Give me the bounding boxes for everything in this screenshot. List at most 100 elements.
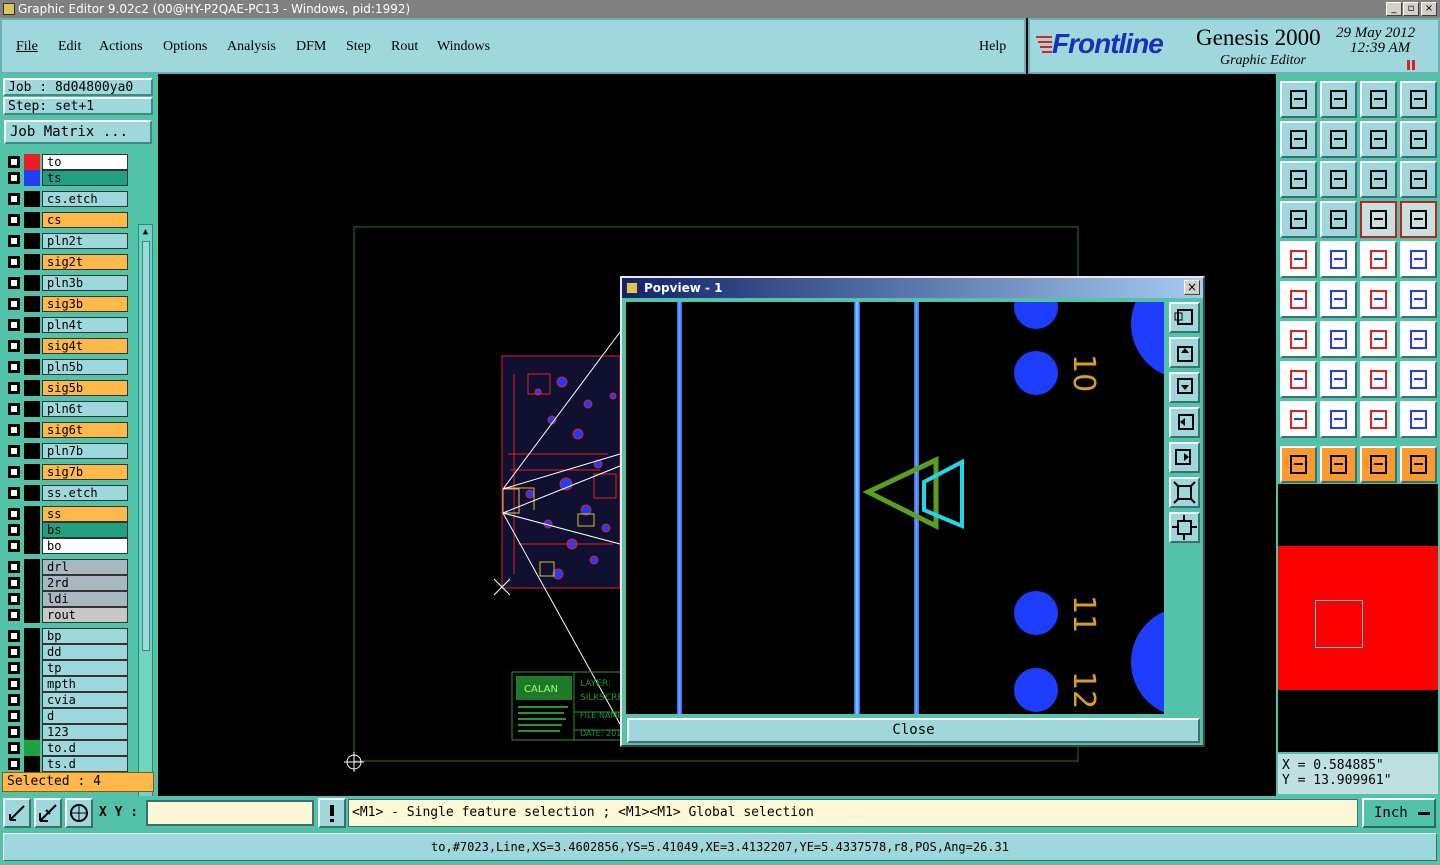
layer-name[interactable]: bs bbox=[42, 522, 128, 538]
layer-color-swatch[interactable] bbox=[24, 485, 40, 501]
layer-row-d[interactable]: d bbox=[6, 708, 128, 724]
layer-checkbox[interactable] bbox=[8, 487, 20, 499]
layer-checkbox[interactable] bbox=[8, 609, 20, 621]
layer-color-swatch[interactable] bbox=[24, 422, 40, 438]
overview-map[interactable] bbox=[1278, 546, 1438, 690]
unit-select[interactable]: Inch bbox=[1362, 798, 1436, 828]
move-icon[interactable] bbox=[1400, 281, 1437, 318]
menu-rout[interactable]: Rout bbox=[391, 39, 418, 55]
layer-row-cs[interactable]: cs bbox=[6, 212, 128, 228]
cursor-select-icon[interactable] bbox=[1360, 446, 1397, 483]
layer-checkbox[interactable] bbox=[8, 277, 20, 289]
layer-color-swatch[interactable] bbox=[24, 591, 40, 607]
connect-icon[interactable] bbox=[1360, 281, 1397, 318]
layer-name[interactable]: sig4t bbox=[42, 338, 128, 354]
layer-color-swatch[interactable] bbox=[24, 338, 40, 354]
layer-name[interactable]: 123 bbox=[42, 724, 128, 740]
layer-color-swatch[interactable] bbox=[24, 607, 40, 623]
layer-checkbox[interactable] bbox=[8, 508, 20, 520]
layer-color-swatch[interactable] bbox=[24, 506, 40, 522]
layer-row-sig7b[interactable]: sig7b bbox=[6, 464, 128, 480]
layer-checkbox[interactable] bbox=[8, 540, 20, 552]
layer-row-tp[interactable]: tp bbox=[6, 660, 128, 676]
layer-row-pln6t[interactable]: pln6t bbox=[6, 401, 128, 417]
layer-name[interactable]: bp bbox=[42, 628, 128, 644]
layer-checkbox[interactable] bbox=[8, 630, 20, 642]
layer-row-sig3b[interactable]: sig3b bbox=[6, 296, 128, 312]
minimize-button[interactable]: _ bbox=[1386, 2, 1402, 16]
layer-color-swatch[interactable] bbox=[24, 575, 40, 591]
layer-checkbox[interactable] bbox=[8, 235, 20, 247]
layer-name[interactable]: to bbox=[42, 154, 128, 170]
layer-color-swatch[interactable] bbox=[24, 692, 40, 708]
layer-name[interactable]: tp bbox=[42, 660, 128, 676]
layer-color-swatch[interactable] bbox=[24, 724, 40, 740]
layer-color-swatch[interactable] bbox=[24, 154, 40, 170]
menu-analysis[interactable]: Analysis bbox=[227, 39, 276, 55]
layer-color-swatch[interactable] bbox=[24, 317, 40, 333]
job-matrix-button[interactable]: Job Matrix ... bbox=[4, 120, 152, 144]
layer-row-dd[interactable]: dd bbox=[6, 644, 128, 660]
layer-name[interactable]: ts bbox=[42, 170, 128, 186]
popview-close-button[interactable]: Close bbox=[627, 718, 1200, 743]
trim-icon[interactable] bbox=[1320, 361, 1357, 398]
layer-row-drl[interactable]: drl bbox=[6, 559, 128, 575]
layer-name[interactable]: sig6t bbox=[42, 422, 128, 438]
triangle-icon[interactable] bbox=[1280, 401, 1317, 438]
home-icon[interactable] bbox=[1360, 81, 1397, 118]
layer-name[interactable]: pln7b bbox=[42, 443, 128, 459]
layer-row-bs[interactable]: bs bbox=[6, 522, 128, 538]
popview-canvas[interactable]: 10 11 12 bbox=[626, 302, 1164, 714]
layer-row-sig4t[interactable]: sig4t bbox=[6, 338, 128, 354]
xy-input[interactable] bbox=[146, 800, 314, 826]
layer-color-swatch[interactable] bbox=[24, 380, 40, 396]
snap-tool-icon[interactable] bbox=[3, 798, 31, 828]
layer-color-swatch[interactable] bbox=[24, 708, 40, 724]
menu-file[interactable]: File bbox=[16, 39, 38, 55]
layer-name[interactable]: pln4t bbox=[42, 317, 128, 333]
layer-name[interactable]: cs.etch bbox=[42, 191, 128, 207]
menu-step[interactable]: Step bbox=[346, 39, 371, 55]
popview-zoom-in-button[interactable] bbox=[1169, 477, 1200, 508]
layer-name[interactable]: ss.etch bbox=[42, 485, 128, 501]
delete-point-icon[interactable] bbox=[1320, 281, 1357, 318]
triangle-c-icon[interactable] bbox=[1400, 401, 1437, 438]
layer-color-swatch[interactable] bbox=[24, 296, 40, 312]
layer-color-swatch[interactable] bbox=[24, 522, 40, 538]
layers-down-icon[interactable] bbox=[1400, 201, 1437, 238]
layer-color-swatch[interactable] bbox=[24, 464, 40, 480]
layer-name[interactable]: to.d bbox=[42, 740, 128, 756]
layer-name[interactable]: ss bbox=[42, 506, 128, 522]
layer-name[interactable]: cvia bbox=[42, 692, 128, 708]
layer-row-ss[interactable]: ss bbox=[6, 506, 128, 522]
layer-name[interactable]: sig7b bbox=[42, 464, 128, 480]
layer-row-sig5b[interactable]: sig5b bbox=[6, 380, 128, 396]
redo-icon[interactable] bbox=[1400, 121, 1437, 158]
close-window-button[interactable]: × bbox=[1421, 2, 1437, 16]
layer-checkbox[interactable] bbox=[8, 298, 20, 310]
layer-checkbox[interactable] bbox=[8, 382, 20, 394]
popview-zoom-fit-button[interactable] bbox=[1169, 302, 1200, 333]
popview-close-icon[interactable]: × bbox=[1184, 280, 1200, 295]
layer-checkbox[interactable] bbox=[8, 577, 20, 589]
layer-color-swatch[interactable] bbox=[24, 676, 40, 692]
scroll-up-icon[interactable]: ▲ bbox=[140, 227, 151, 237]
layer-color-swatch[interactable] bbox=[24, 191, 40, 207]
layer-color-swatch[interactable] bbox=[24, 233, 40, 249]
layer-checkbox[interactable] bbox=[8, 424, 20, 436]
layer-checkbox[interactable] bbox=[8, 214, 20, 226]
layer-color-swatch[interactable] bbox=[24, 559, 40, 575]
layer-row-rout[interactable]: rout bbox=[6, 607, 128, 623]
pause-icon[interactable] bbox=[1407, 60, 1415, 70]
layer-checkbox[interactable] bbox=[8, 172, 20, 184]
undo-icon[interactable] bbox=[1360, 121, 1397, 158]
settings-icon[interactable] bbox=[1280, 201, 1317, 238]
line-icon[interactable] bbox=[1320, 321, 1357, 358]
layer-row-mpth[interactable]: mpth bbox=[6, 676, 128, 692]
layer-scrollbar[interactable]: ▲ ▼ bbox=[138, 224, 153, 844]
layer-row-sig6t[interactable]: sig6t bbox=[6, 422, 128, 438]
layer-color-swatch[interactable] bbox=[24, 359, 40, 375]
save-icon[interactable] bbox=[1320, 81, 1357, 118]
layer-row-sig2t[interactable]: sig2t bbox=[6, 254, 128, 270]
layer-row-ts[interactable]: ts bbox=[6, 170, 128, 186]
